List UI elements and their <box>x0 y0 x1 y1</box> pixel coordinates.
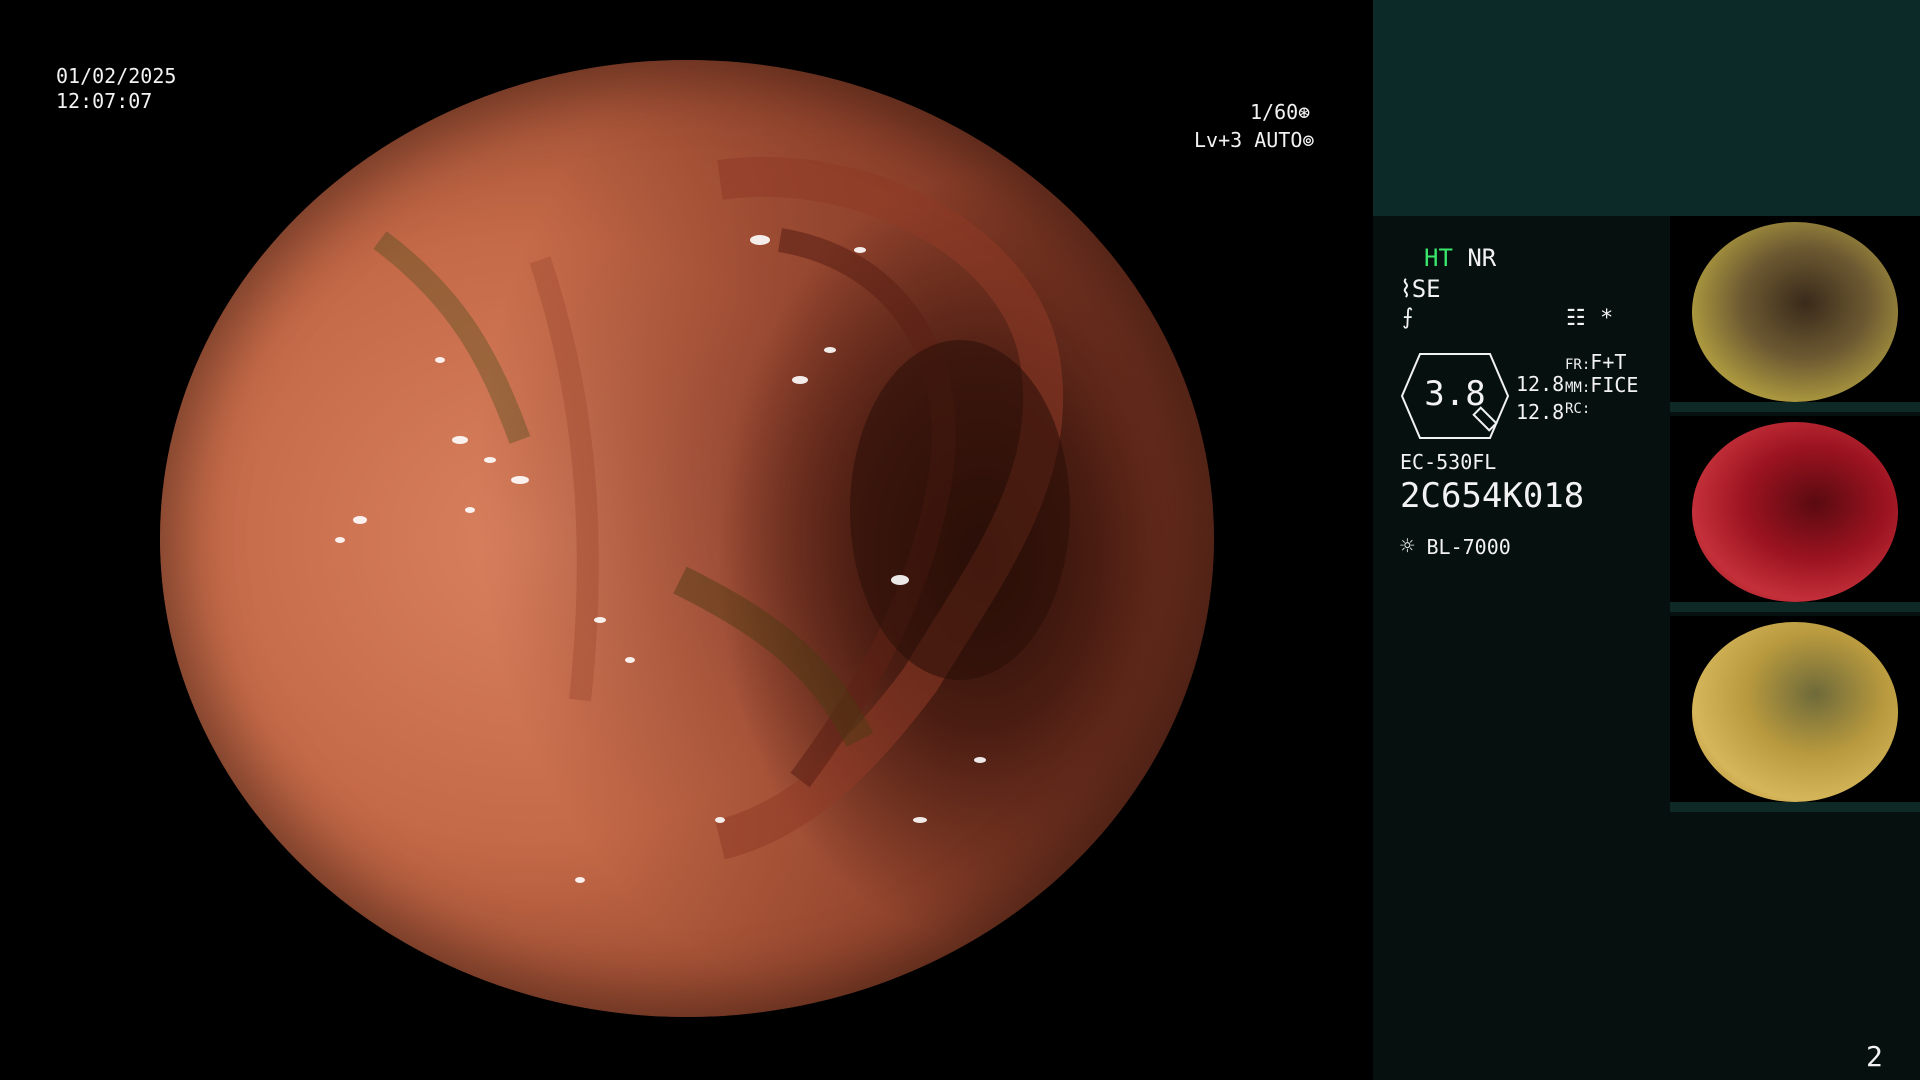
thumbnail-image-1 <box>1692 222 1898 402</box>
thumbnail-strip-3 <box>1670 802 1920 812</box>
lamp-icon: ☼ <box>1400 532 1415 560</box>
ht-nr-row: HT NR <box>1424 244 1496 272</box>
auto-iris-icon: ⊚ <box>1302 128 1315 152</box>
menu-icon: ☷ <box>1566 306 1586 331</box>
shutter-readout: 1/60⊛ <box>1250 100 1310 125</box>
mucosa-illustration <box>335 156 1070 883</box>
value-1: 12.8 <box>1516 372 1565 396</box>
thumbnail-strip-2 <box>1670 602 1920 612</box>
shutter-value: 1/60 <box>1250 100 1299 124</box>
rc-label: RC: <box>1565 401 1591 417</box>
ht-label: HT <box>1424 244 1453 272</box>
nr-label: NR <box>1467 244 1497 272</box>
thumbnail-strip-1 <box>1670 402 1920 412</box>
thumbnail-3[interactable] <box>1670 616 1920 812</box>
fr-label: FR: <box>1565 357 1591 373</box>
page-number: 2 <box>1866 1040 1883 1073</box>
light-source-row: ☼ BL-7000 <box>1400 532 1511 560</box>
hex-value: 3.8 <box>1424 374 1486 414</box>
date-label: 01/02/2025 <box>56 64 177 88</box>
thumbnail-2[interactable] <box>1670 416 1920 612</box>
mm-value: FICE <box>1590 373 1639 397</box>
thumbnail-1[interactable] <box>1670 216 1920 412</box>
se-label: SE <box>1411 275 1441 303</box>
value-2: 12.8 <box>1516 400 1565 424</box>
mm-row: MM:FICE <box>1565 373 1638 397</box>
endoscope-view <box>160 60 1214 1017</box>
fr-row: FR:F+T <box>1565 350 1626 374</box>
time-label: 12:07:07 <box>56 89 153 113</box>
scope-model: EC-530FL <box>1400 450 1497 474</box>
se-row: ⌇SE <box>1400 275 1441 303</box>
level-readout: Lv+3 AUTO⊚ <box>1194 128 1314 153</box>
thumbnail-image-2 <box>1692 422 1898 602</box>
slash-icon: ⨍ <box>1402 305 1414 330</box>
mm-label: MM: <box>1565 380 1591 396</box>
se-icon: ⌇ <box>1400 275 1412 303</box>
asterisk-icon: * <box>1600 306 1614 331</box>
shutter-icon: ⊛ <box>1298 100 1311 124</box>
level-value: Lv+3 AUTO <box>1194 128 1303 152</box>
thumbnail-image-3 <box>1692 622 1898 802</box>
fr-value: F+T <box>1590 350 1627 374</box>
serial-number: 2C654K018 <box>1400 476 1585 516</box>
light-source-label: BL-7000 <box>1426 535 1511 559</box>
panel-header <box>1373 0 1920 216</box>
